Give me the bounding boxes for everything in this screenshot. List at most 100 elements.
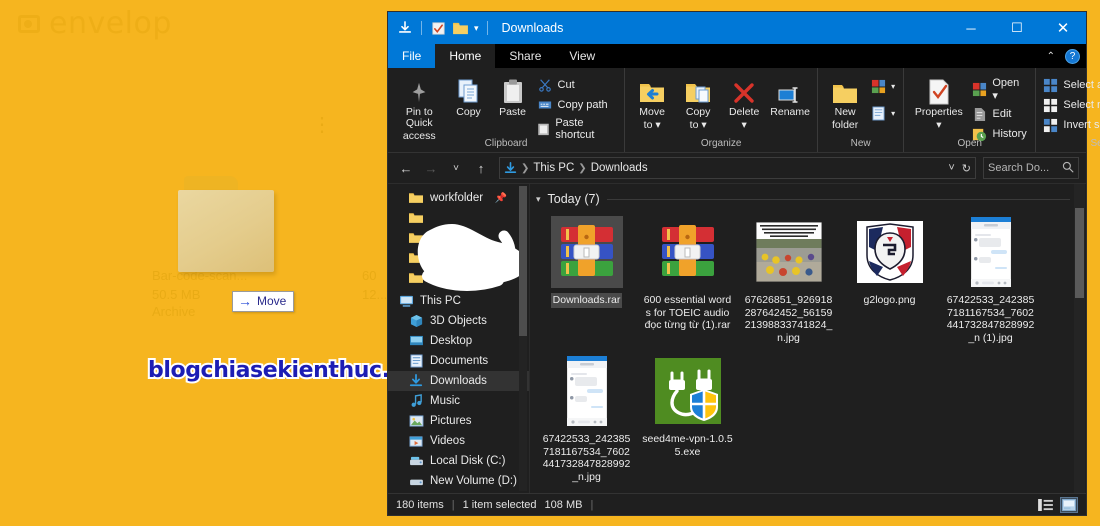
open-button[interactable]: Open ▾ [970,76,1032,103]
downloads-icon[interactable] [397,20,413,36]
sidebar-item-redacted-4[interactable] [388,268,529,288]
ghost-label-1: 50.5 MB [152,287,201,302]
file-name: 600 essential words for TOEIC audio đọc … [643,294,732,331]
close-button[interactable]: ✕ [1040,12,1086,44]
sidebar-item-documents[interactable]: Documents [388,351,529,371]
invert-selection-button[interactable]: Invert selection [1040,116,1100,134]
move-to-label-2: to ▾ [643,119,661,131]
maximize-button[interactable]: ☐ [994,12,1040,44]
content-scrollbar[interactable] [1074,184,1085,493]
sidebar-item-redacted-2[interactable] [388,228,529,248]
sidebar-item-redacted-3[interactable] [388,248,529,268]
sidebar-item-downloads[interactable]: Downloads [388,371,529,391]
chevron-down-icon-2[interactable]: ▾ [891,109,895,118]
group-header-today[interactable]: ▾ Today (7) [530,184,1086,212]
search-icon[interactable] [1062,161,1074,176]
tab-file[interactable]: File [388,44,436,68]
sidebar-scrollbar[interactable] [519,186,527,491]
file-item-600-essential-words[interactable]: 600 essential words for TOEIC audio đọc … [637,212,738,351]
edit-icon [972,106,988,122]
file-item-67422533-jpg-1[interactable]: 67422533_2423857181167534_76024417328478… [940,212,1041,351]
sidebar-item-3d-objects[interactable]: 3D Objects [388,311,529,331]
file-item-g2logo-png[interactable]: g2logo.png [839,212,940,351]
sidebar-item-music[interactable]: Music [388,391,529,411]
navigation-pane[interactable]: workfolder 📌 This PC 3D Objects Desktop … [388,184,530,493]
sidebar-item-redacted-1[interactable] [388,208,529,228]
minimize-button[interactable]: ─ [948,12,994,44]
delete-button[interactable]: Delete ▾ [721,71,767,131]
copy-path-button[interactable]: Copy path [535,96,621,114]
up-button[interactable]: ↑ [470,157,492,179]
organize-items: Move to ▾ Copy to ▾ Delete ▾ Rename [629,71,813,133]
tab-share[interactable]: Share [495,44,555,68]
edit-button[interactable]: Edit [970,105,1032,123]
cut-button[interactable]: Cut [535,76,621,94]
forward-button[interactable]: → [420,157,442,179]
sidebar-item-workfolder[interactable]: workfolder 📌 [388,188,529,208]
folder-icon [408,210,424,226]
select-small-buttons: Select all Select none Invert selection [1040,71,1100,134]
qat-dropdown-icon[interactable]: ▾ [474,23,479,34]
select-all-button[interactable]: Select all [1040,76,1100,94]
file-thumbnail [753,216,825,288]
properties-button[interactable]: Properties ▾ [908,71,969,131]
refresh-icon[interactable]: ↻ [962,162,971,175]
sidebar-item-local-disk-c[interactable]: Local Disk (C:) [388,451,529,471]
window-body: workfolder 📌 This PC 3D Objects Desktop … [388,184,1086,493]
tab-view[interactable]: View [555,44,609,68]
chevron-down-icon[interactable]: ▾ [891,82,895,91]
pin-to-quick-access-button[interactable]: Pin to Quick access [392,71,447,142]
group-header-today-label: Today (7) [547,192,600,206]
breadcrumb-separator-0: ❯ [521,162,530,174]
sidebar-item-videos[interactable]: Videos [388,431,529,451]
paste-button[interactable]: Paste [491,71,535,118]
rename-button[interactable]: Rename [767,71,813,118]
copy-to-button[interactable]: Copy to ▾ [675,71,721,131]
envelop-logo-icon [18,14,40,33]
tab-home[interactable]: Home [435,44,496,68]
ghost-ellipsis: ⋮ [312,114,334,136]
breadcrumb-this-pc[interactable]: This PC [533,162,574,174]
sidebar-item-new-volume-d[interactable]: New Volume (D:) [388,471,529,491]
copy-to-label-2: to ▾ [689,119,707,131]
music-icon [408,393,424,409]
file-thumbnail [652,216,724,288]
address-bar[interactable]: ❯ This PC ❯ Downloads ˅ ↻ [499,157,976,179]
file-item-downloads-rar[interactable]: Downloads.rar [536,212,637,351]
easy-access-button[interactable]: ▾ [868,104,899,122]
sidebar-item-desktop[interactable]: Desktop [388,331,529,351]
file-item-67422533-jpg-2[interactable]: 67422533_2423857181167534_76024417328478… [536,351,637,490]
select-none-button[interactable]: Select none [1040,96,1100,114]
help-icon[interactable]: ? [1065,48,1080,64]
delete-label-2: ▾ [741,119,747,131]
file-list-pane[interactable]: ▾ Today (7) Downloads.rar 600 essential … [530,184,1086,493]
new-folder-icon[interactable] [452,20,468,36]
new-item-button[interactable]: ▾ [868,77,899,95]
search-input[interactable]: Search Do... [983,157,1079,179]
pin-icon[interactable]: 📌 [495,193,507,204]
file-item-67626851-jpg[interactable]: 67626851_926918287642452_561592139883374… [738,212,839,351]
move-to-button[interactable]: Move to ▾ [629,71,675,131]
breadcrumb-downloads[interactable]: Downloads [591,162,648,174]
new-folder-button[interactable]: New folder [822,71,868,131]
sidebar-item-pictures[interactable]: Pictures [388,411,529,431]
copy-button[interactable]: Copy [447,71,491,118]
chevron-down-icon[interactable]: ▾ [536,194,541,205]
large-icons-view-icon[interactable] [1060,496,1078,513]
chevron-up-icon[interactable]: ⌃ [1047,51,1055,62]
sidebar-item-this-pc[interactable]: This PC [388,291,529,311]
file-item-seed4me-vpn-exe[interactable]: seed4me-vpn-1.0.55.exe [637,351,738,490]
open-label: Open ▾ [992,77,1020,102]
address-dropdown-icon[interactable]: ˅ [948,162,954,174]
recent-locations-button[interactable]: ˅ [445,157,467,179]
status-separator-1: | [451,498,455,511]
properties-icon[interactable] [430,20,446,36]
file-name: seed4me-vpn-1.0.55.exe [642,433,733,458]
sidebar-scrollbar-thumb[interactable] [519,186,527,336]
back-button[interactable]: ← [395,157,417,179]
details-view-icon[interactable] [1036,497,1054,513]
content-scrollbar-thumb[interactable] [1075,208,1084,298]
g2-logo-thumbnail [856,221,923,283]
folder-icon [408,250,424,266]
ghost-label-4: 12... [362,287,388,302]
